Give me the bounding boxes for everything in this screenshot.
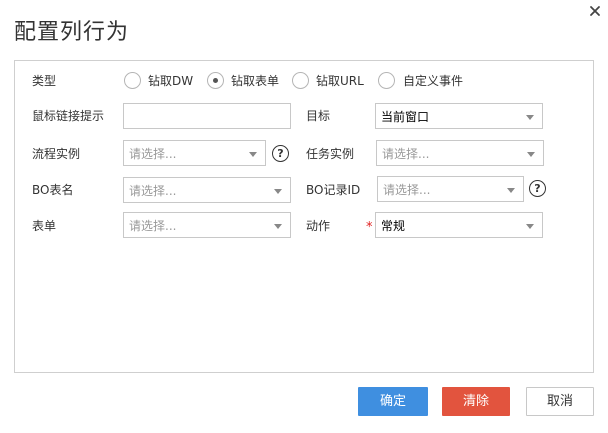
close-icon[interactable] [588, 4, 602, 18]
chevron-down-icon [274, 224, 282, 229]
form-select[interactable]: 请选择... [123, 212, 291, 238]
chevron-down-icon [526, 224, 534, 229]
radio-drill-form[interactable] [207, 72, 224, 89]
radio-drill-form-label: 钻取表单 [231, 74, 280, 88]
chevron-down-icon [527, 152, 535, 157]
bo-record-id-placeholder: 请选择... [383, 183, 431, 197]
task-instance-placeholder: 请选择... [382, 147, 430, 161]
bo-table-select[interactable]: 请选择... [123, 177, 291, 203]
bo-table-label: BO表名 [32, 183, 74, 197]
type-label: 类型 [32, 74, 57, 88]
help-icon[interactable]: ? [272, 145, 289, 162]
chevron-down-icon [249, 152, 257, 157]
radio-drill-dw[interactable] [124, 72, 141, 89]
form-label: 表单 [32, 219, 57, 233]
process-instance-label: 流程实例 [32, 147, 81, 161]
target-label: 目标 [306, 109, 331, 123]
action-select[interactable]: 常规 [375, 212, 543, 238]
action-value: 常规 [381, 219, 406, 233]
cancel-button[interactable]: 取消 [526, 387, 594, 416]
radio-custom-event-label: 自定义事件 [403, 74, 464, 88]
required-mark: * [366, 220, 373, 235]
action-label: 动作 [306, 219, 331, 233]
radio-drill-dw-label: 钻取DW [148, 74, 194, 88]
bo-table-placeholder: 请选择... [129, 184, 177, 198]
process-instance-placeholder: 请选择... [129, 147, 177, 161]
radio-drill-url[interactable] [292, 72, 309, 89]
target-select[interactable]: 当前窗口 [375, 103, 543, 129]
chevron-down-icon [507, 188, 515, 193]
confirm-button[interactable]: 确定 [358, 387, 428, 416]
task-instance-label: 任务实例 [306, 147, 355, 161]
mouse-tip-label: 鼠标链接提示 [32, 109, 105, 123]
radio-drill-url-label: 钻取URL [316, 74, 364, 88]
dialog-title: 配置列行为 [14, 20, 130, 45]
form-placeholder: 请选择... [129, 219, 177, 233]
task-instance-select[interactable]: 请选择... [376, 140, 544, 166]
process-instance-select[interactable]: 请选择... [123, 140, 266, 166]
radio-custom-event[interactable] [378, 72, 395, 89]
bo-record-id-select[interactable]: 请选择... [377, 176, 524, 202]
mouse-tip-input[interactable] [123, 103, 291, 129]
bo-record-id-label: BO记录ID [306, 183, 361, 197]
chevron-down-icon [526, 115, 534, 120]
clear-button[interactable]: 清除 [442, 387, 510, 416]
target-value: 当前窗口 [381, 110, 430, 124]
chevron-down-icon [274, 189, 282, 194]
help-icon[interactable]: ? [529, 180, 546, 197]
